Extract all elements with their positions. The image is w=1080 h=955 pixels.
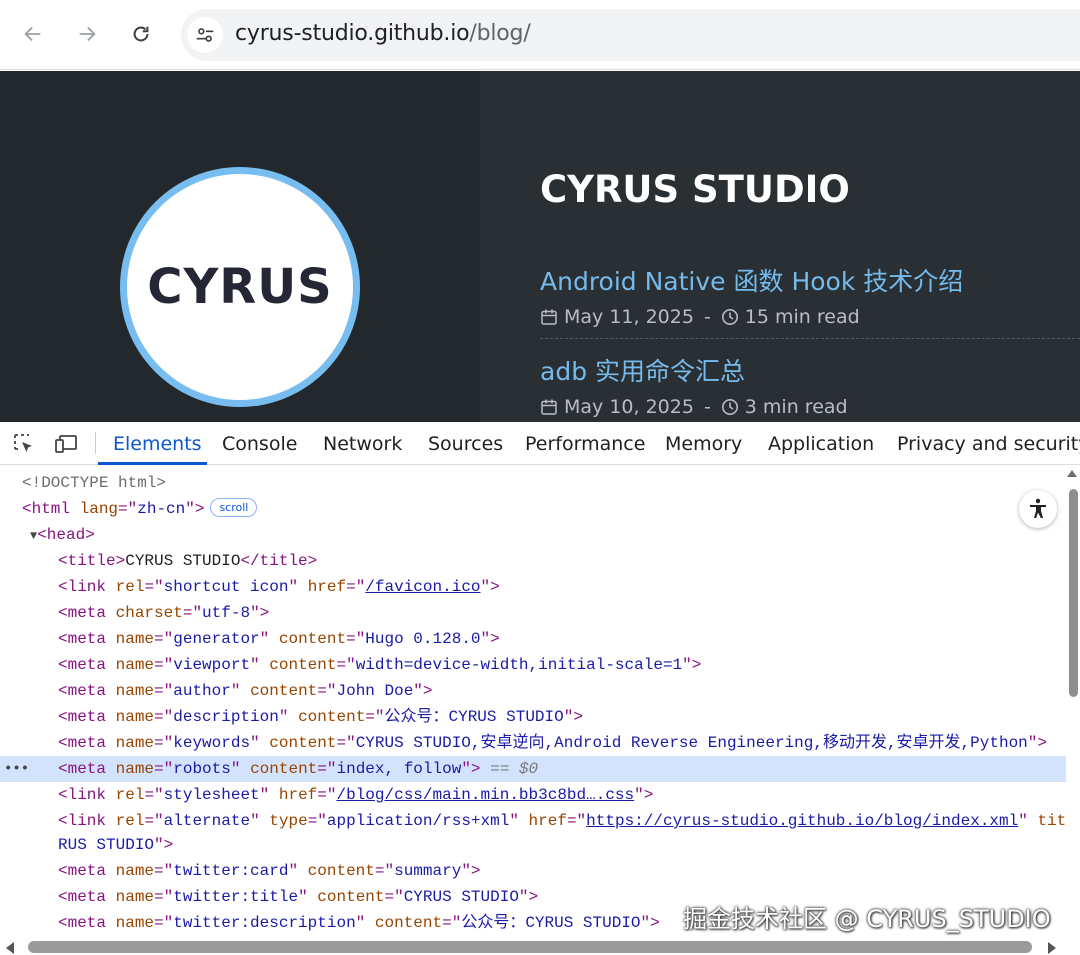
post-read-time: 15 min read	[744, 306, 860, 328]
inspect-element-icon[interactable]	[12, 432, 36, 456]
post-divider	[540, 338, 1080, 339]
dom-node[interactable]: <!DOCTYPE html>	[0, 470, 1066, 496]
meta-separator: -	[703, 396, 711, 418]
watermark: 掘金技术社区 @ CYRUS_STUDIO	[683, 905, 1051, 933]
device-toggle-icon[interactable]	[54, 432, 78, 456]
reload-icon	[133, 26, 149, 42]
devtools-panel: Elements Console Network Sources Perform…	[0, 422, 1080, 955]
tab-elements[interactable]: Elements	[113, 433, 202, 455]
post-title-link[interactable]: adb 实用命令汇总	[540, 352, 848, 388]
selected-node-marker: == $0	[490, 760, 539, 778]
arrow-right-icon	[79, 26, 96, 42]
scroll-badge[interactable]: scroll	[210, 498, 258, 518]
web-page: CYRUS CYRUS STUDIO Android Native 函数 Hoo…	[0, 71, 1080, 422]
url-path: /blog/	[469, 21, 531, 46]
post-title-link[interactable]: Android Native 函数 Hook 技术介绍	[540, 262, 963, 298]
post-date: May 10, 2025	[564, 396, 694, 418]
accessibility-icon	[1030, 498, 1046, 518]
clock-icon	[721, 309, 738, 325]
active-tab-indicator	[98, 462, 207, 465]
scroll-up-arrow-icon[interactable]	[1067, 470, 1077, 477]
browser-toolbar: cyrus-studio.github.io/blog/	[0, 0, 1080, 70]
post-read-time: 3 min read	[744, 396, 848, 418]
page-sidebar: CYRUS	[0, 71, 480, 422]
dom-node[interactable]: <meta name="generator" content="Hugo 0.1…	[0, 626, 1066, 652]
post-meta: May 10, 2025 - 3 min read	[540, 396, 848, 418]
horizontal-scrollbar[interactable]	[28, 941, 1032, 953]
url-text[interactable]: cyrus-studio.github.io/blog/	[235, 21, 531, 46]
calendar-icon	[541, 399, 557, 415]
vertical-scrollbar[interactable]	[1069, 489, 1078, 697]
dom-node[interactable]: <meta charset="utf-8">	[0, 600, 1066, 626]
dom-node[interactable]: <html lang="zh-cn"> scroll	[0, 496, 1066, 522]
tab-console[interactable]: Console	[222, 433, 297, 455]
dom-node[interactable]: <link rel="alternate" type="application/…	[0, 808, 1066, 834]
dom-node[interactable]: ▼<head>	[0, 522, 1066, 548]
site-logo[interactable]: CYRUS	[120, 167, 360, 407]
site-info-icon[interactable]	[187, 17, 223, 53]
url-host: cyrus-studio.github.io	[235, 21, 470, 46]
devtools-tabbar: Elements Console Network Sources Perform…	[0, 422, 1080, 465]
calendar-icon	[541, 309, 557, 325]
post-item: Android Native 函数 Hook 技术介绍 May 11, 2025…	[540, 262, 963, 328]
tab-application[interactable]: Application	[768, 433, 874, 455]
dom-node[interactable]: <meta name="keywords" content="CYRUS STU…	[0, 730, 1066, 756]
dom-tree[interactable]: <!DOCTYPE html> <html lang="zh-cn"> scrol…	[0, 466, 1066, 941]
more-options-icon[interactable]: •••	[4, 756, 29, 782]
arrow-left-icon	[24, 26, 41, 42]
address-bar[interactable]: cyrus-studio.github.io/blog/	[181, 9, 1080, 61]
tab-memory[interactable]: Memory	[665, 433, 742, 455]
dom-node[interactable]: <meta name="description" content="公众号：CY…	[0, 704, 1066, 730]
scroll-left-arrow-icon[interactable]	[6, 942, 14, 954]
post-meta: May 11, 2025 - 15 min read	[540, 306, 963, 328]
post-item: adb 实用命令汇总 May 10, 2025 - 3 min read	[540, 352, 848, 418]
tab-separator	[95, 432, 96, 454]
tab-privacy-security[interactable]: Privacy and security	[897, 433, 1080, 455]
meta-separator: -	[703, 306, 711, 328]
dom-node[interactable]: <meta name="author" content="John Doe">	[0, 678, 1066, 704]
tab-performance[interactable]: Performance	[525, 433, 645, 455]
clock-icon	[721, 399, 738, 415]
dom-node-wrap[interactable]: RUS STUDIO">	[0, 832, 1066, 858]
forward-button[interactable]	[69, 16, 105, 52]
tab-network[interactable]: Network	[323, 433, 402, 455]
dom-node[interactable]: <meta name="twitter:card" content="summa…	[0, 858, 1066, 884]
accessibility-button[interactable]	[1019, 490, 1057, 528]
dom-node[interactable]: <title>CYRUS STUDIO</title>	[0, 548, 1066, 574]
site-title[interactable]: CYRUS STUDIO	[540, 168, 850, 211]
reload-button[interactable]	[123, 16, 159, 52]
post-date: May 11, 2025	[564, 306, 694, 328]
tab-sources[interactable]: Sources	[428, 433, 503, 455]
dom-node[interactable]: <meta name="viewport" content="width=dev…	[0, 652, 1066, 678]
dom-node[interactable]: <link rel="stylesheet" href="/blog/css/m…	[0, 782, 1066, 808]
dom-node[interactable]: <link rel="shortcut icon" href="/favicon…	[0, 574, 1066, 600]
back-button[interactable]	[15, 16, 51, 52]
scroll-right-arrow-icon[interactable]	[1048, 942, 1056, 954]
logo-text: CYRUS	[147, 259, 333, 315]
dom-node-selected[interactable]: ••• <meta name="robots" content="index, f…	[0, 756, 1066, 782]
